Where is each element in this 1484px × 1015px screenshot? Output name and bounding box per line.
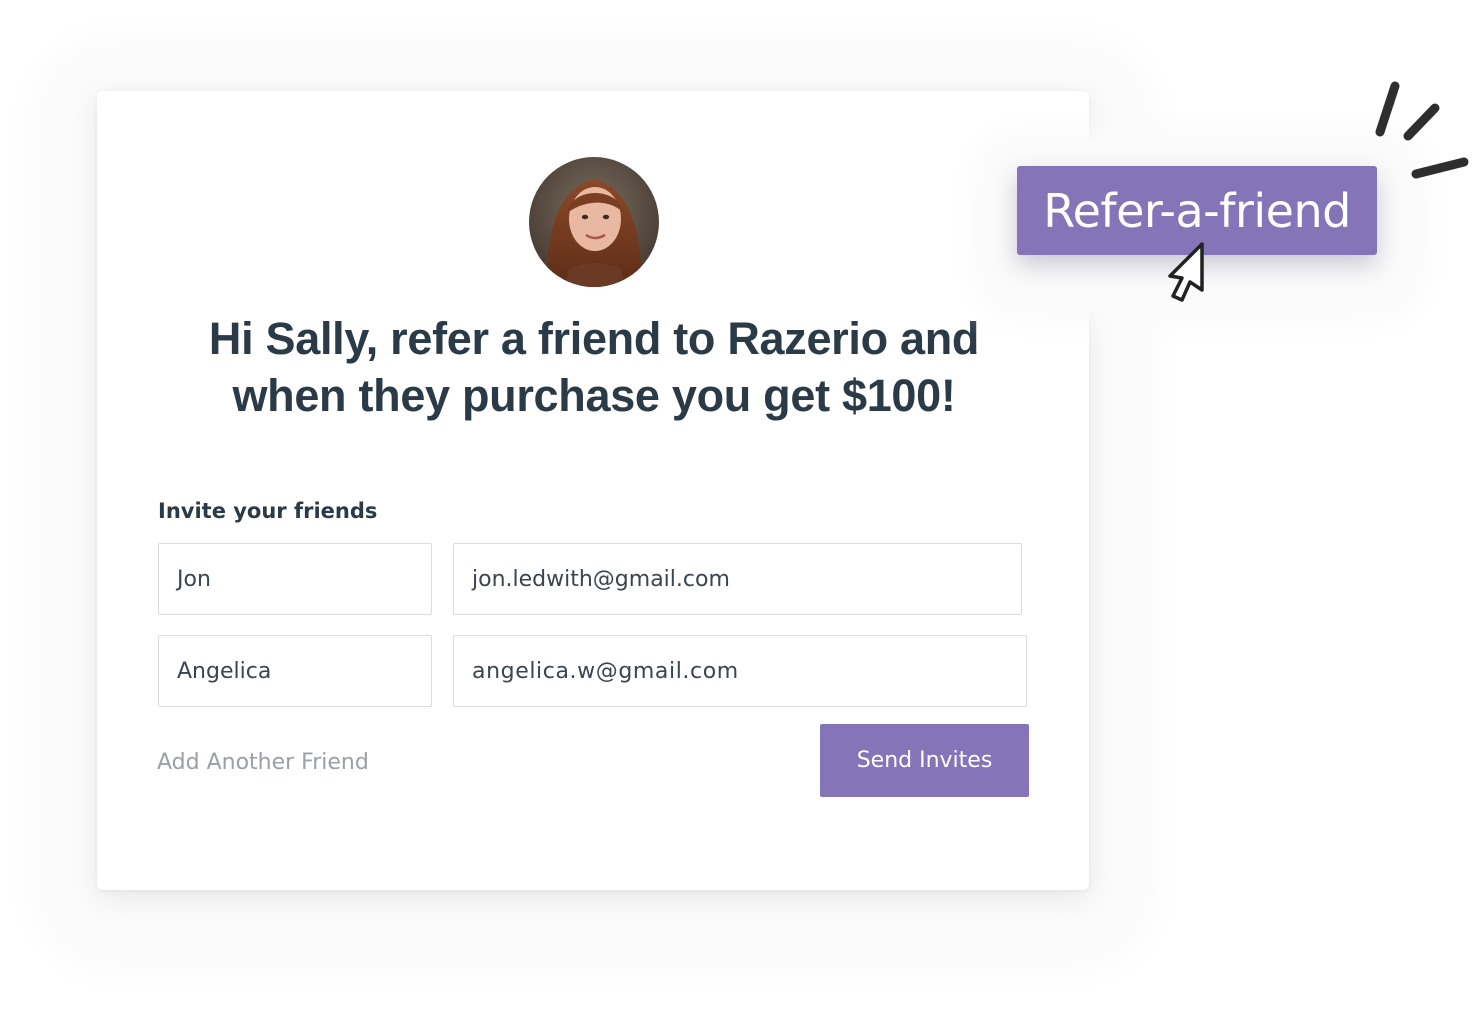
page-title: Hi Sally, refer a friend to Razerio and … <box>150 310 1038 424</box>
friend-email-field-2[interactable]: angelica.w@gmail.com <box>453 635 1027 707</box>
avatar <box>529 157 659 287</box>
invite-friends-label: Invite your friends <box>158 499 378 523</box>
pointer-cursor-icon <box>1168 242 1204 302</box>
headline-line-1: Hi Sally, refer a friend to Razerio and <box>208 313 980 364</box>
page-stage: Hi Sally, refer a friend to Razerio and … <box>0 0 1484 1015</box>
friend-name-field-1[interactable]: Jon <box>158 543 432 615</box>
add-another-friend-link[interactable]: Add Another Friend <box>157 750 369 775</box>
click-sparkle-icon <box>1375 81 1469 179</box>
send-invites-button[interactable]: Send Invites <box>820 724 1029 797</box>
friend-email-field-1[interactable]: jon.ledwith@gmail.com <box>453 543 1022 615</box>
friend-name-field-2[interactable]: Angelica <box>158 635 432 707</box>
headline-line-2: when they purchase you get $100! <box>232 370 956 421</box>
avatar-photo <box>529 157 659 287</box>
